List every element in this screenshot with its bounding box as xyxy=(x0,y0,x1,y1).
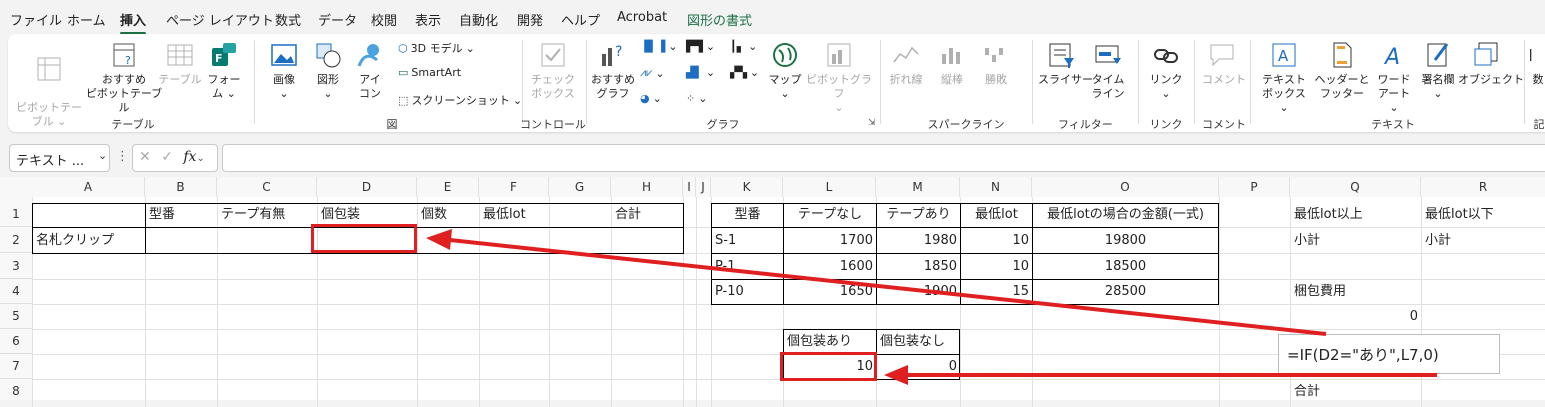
annotation-arrows xyxy=(426,229,1437,385)
arrowhead-icon xyxy=(426,229,452,250)
arrowhead-icon xyxy=(884,365,908,385)
arrow-to-D2 xyxy=(449,238,1327,336)
